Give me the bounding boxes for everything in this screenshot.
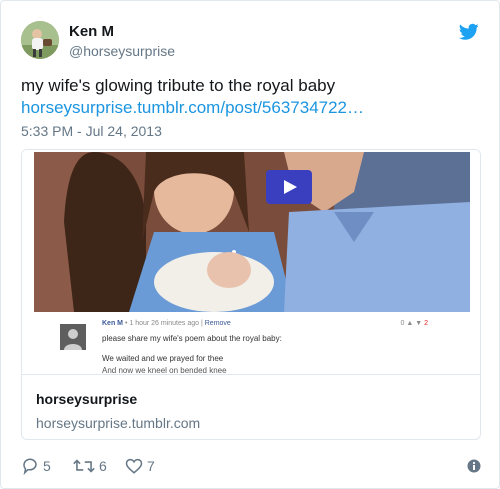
retweet-count: 6 <box>99 458 107 474</box>
reply-button[interactable]: 5 <box>21 457 51 475</box>
reply-count: 5 <box>43 458 51 474</box>
retweet-button[interactable]: 6 <box>73 457 107 475</box>
play-icon[interactable] <box>266 170 312 204</box>
tweet-link[interactable]: horseysurprise.tumblr.com/post/563734722… <box>21 97 364 119</box>
comment-header: Ken M • 1 hour 26 minutes ago | Remove <box>102 320 231 327</box>
reply-icon <box>23 458 37 475</box>
comment-votes-down: 2 <box>424 320 428 327</box>
tweet-text: my wife's glowing tribute to the royal b… <box>21 76 336 95</box>
card-title: horseysurprise <box>36 391 138 407</box>
card-meta[interactable]: horseysurprise horseysurprise.tumblr.com <box>22 374 480 439</box>
card-domain: horseysurprise.tumblr.com <box>36 415 201 431</box>
retweet-icon <box>73 459 95 473</box>
comment-votes-up: 0 <box>400 320 405 327</box>
comment-line-2: We waited and we prayed for thee <box>102 354 224 363</box>
tweet-actions: 5 6 7 <box>21 457 481 475</box>
comment-author: Ken M <box>102 320 123 327</box>
tweet-embed: Ken M @horseysurprise my wife's glowing … <box>0 0 500 489</box>
user-name[interactable]: Ken M <box>69 23 114 40</box>
twitter-bird-icon[interactable] <box>459 23 479 41</box>
card-media[interactable]: Ken M • 1 hour 26 minutes ago | Remove 0… <box>22 150 480 374</box>
comment-line-3: And now we kneel on bended knee <box>102 366 227 374</box>
like-count: 7 <box>147 458 155 474</box>
like-icon <box>125 458 143 474</box>
comment-votes: 0 ▲ ▼ 2 <box>400 320 428 327</box>
avatar[interactable] <box>21 21 59 59</box>
comment-remove: Remove <box>204 320 231 327</box>
tweet-timestamp[interactable]: 5:33 PM - Jul 24, 2013 <box>21 123 162 139</box>
link-card[interactable]: Ken M • 1 hour 26 minutes ago | Remove 0… <box>21 149 481 440</box>
card-photo <box>34 152 470 312</box>
comment-meta: 1 hour 26 minutes ago <box>129 320 200 327</box>
like-button[interactable]: 7 <box>125 457 155 475</box>
card-comment-preview: Ken M • 1 hour 26 minutes ago | Remove 0… <box>34 312 470 374</box>
comment-avatar-icon <box>60 324 86 350</box>
info-icon[interactable] <box>467 459 481 473</box>
comment-body: please share my wife's poem about the ro… <box>102 334 282 343</box>
user-handle[interactable]: @horseysurprise <box>69 43 175 59</box>
